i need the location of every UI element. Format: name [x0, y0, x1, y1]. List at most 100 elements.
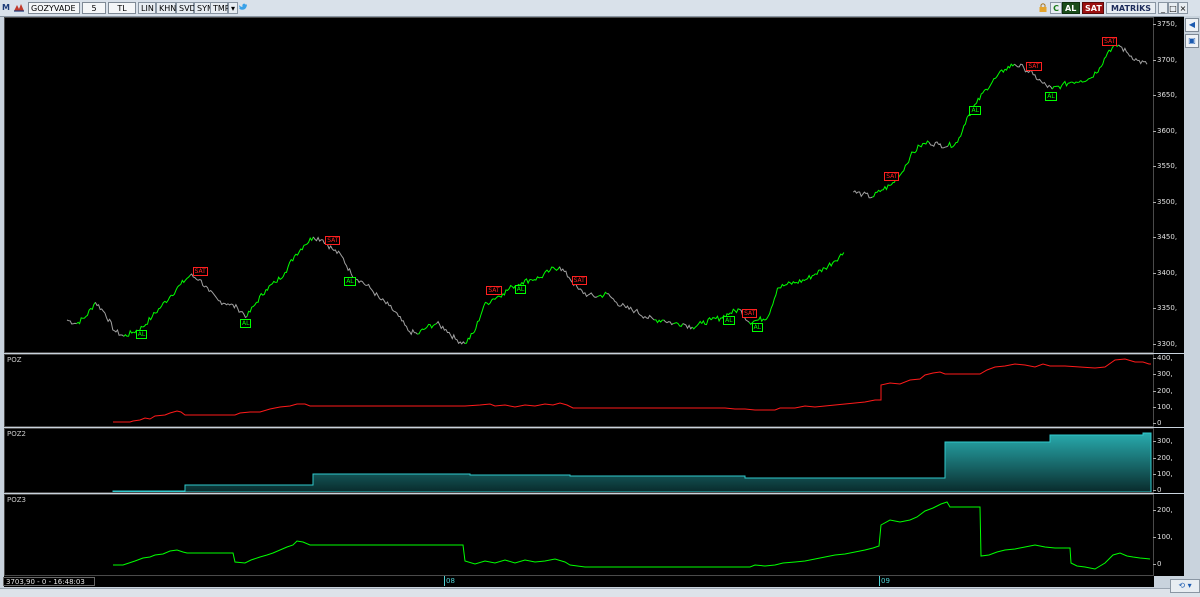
close-icon[interactable]: × — [1178, 2, 1188, 14]
sell-button[interactable]: SAT — [1082, 2, 1104, 14]
arrow-left-icon[interactable]: ◀ — [1185, 18, 1199, 32]
price-segment — [1089, 67, 1101, 79]
price-segment — [180, 274, 191, 285]
price-segment — [407, 328, 418, 336]
price-segment — [928, 141, 940, 147]
buy-button[interactable]: AL — [1062, 2, 1080, 14]
matriks-m-logo: M — [2, 3, 10, 12]
buy-signal-marker[interactable]: AL — [1045, 92, 1057, 102]
buy-signal-marker[interactable]: AL — [751, 323, 764, 333]
price-segment — [862, 191, 873, 199]
poz3-pane[interactable]: POZ3 — [4, 494, 1154, 576]
cursor-readout: 3703,90 - 0 - 16:48:03 — [3, 577, 95, 586]
price-segment — [208, 289, 220, 302]
price-segment — [673, 322, 684, 327]
price-segment — [1080, 77, 1091, 83]
poz-pane[interactable]: POZ — [4, 354, 1154, 427]
poz-tick: 200, — [1153, 387, 1173, 395]
symbol-bull-icon — [12, 2, 26, 14]
sell-signal-marker[interactable]: SAT — [486, 285, 502, 295]
buy-signal-marker[interactable]: AL — [240, 319, 252, 329]
price-segment — [559, 266, 570, 278]
price-chart-pane[interactable] — [4, 17, 1154, 353]
sell-signal-marker[interactable]: SAT — [742, 309, 758, 319]
price-segment — [1137, 59, 1148, 65]
price-segment — [881, 184, 892, 191]
poz-tick: 0 — [1152, 419, 1162, 427]
poz2-tick: 200, — [1153, 454, 1173, 462]
symbol-field[interactable]: GOZYVADE — [28, 2, 80, 14]
price-segment — [852, 190, 864, 198]
price-segment — [76, 316, 87, 325]
price-segment — [237, 307, 248, 319]
sell-signal-marker[interactable]: SAT — [325, 235, 341, 245]
price-segment — [473, 305, 485, 333]
tmp-button[interactable]: TMP — [210, 2, 230, 14]
minimize-icon[interactable]: _ — [1158, 2, 1168, 14]
price-segment — [436, 320, 447, 331]
poz2-chart — [112, 432, 1152, 492]
poz-tick: 300, — [1153, 370, 1173, 378]
price-segment — [616, 302, 627, 309]
price-segment — [834, 252, 845, 262]
price-segment — [530, 276, 541, 281]
lock-icon[interactable] — [1038, 2, 1050, 14]
buy-signal-marker[interactable]: AL — [723, 315, 735, 325]
price-segment — [331, 248, 343, 257]
lin-button[interactable]: LIN — [138, 2, 156, 14]
price-segment — [701, 317, 712, 326]
price-axis-tick: 3500, — [1152, 197, 1178, 206]
buy-signal-marker[interactable]: AL — [344, 276, 356, 286]
price-segment — [985, 77, 996, 91]
buy-signal-marker[interactable]: AL — [969, 106, 981, 116]
price-segment — [464, 331, 475, 344]
price-axis — [1154, 17, 1184, 353]
sell-signal-marker[interactable]: SAT — [884, 172, 900, 181]
period-field[interactable]: 5 — [82, 2, 106, 14]
svd-button[interactable]: SVD — [176, 2, 196, 14]
poz2-pane[interactable]: POZ2 — [4, 428, 1154, 493]
price-segment — [66, 319, 77, 325]
currency-field[interactable]: TL — [108, 2, 136, 14]
sell-signal-marker[interactable]: SAT — [1026, 61, 1042, 71]
price-segment — [502, 284, 513, 296]
poz2-tick: 0 — [1152, 486, 1162, 494]
price-segment — [824, 260, 835, 270]
buy-signal-marker[interactable]: AL — [135, 330, 148, 340]
price-segment — [1042, 81, 1053, 90]
price-segment — [625, 305, 636, 314]
poz-tick: 100, — [1153, 403, 1173, 411]
price-segment — [171, 284, 181, 297]
settings-small-icon[interactable]: ▣ — [1185, 34, 1199, 48]
price-segment — [123, 329, 134, 337]
poz-tick: 400, — [1153, 354, 1173, 362]
price-segment — [540, 269, 551, 279]
buy-signal-marker[interactable]: AL — [514, 285, 527, 295]
sell-signal-marker[interactable]: SAT — [192, 266, 208, 276]
price-axis-tick: 3700, — [1152, 55, 1178, 64]
twitter-bird-icon[interactable] — [238, 2, 250, 14]
price-segment — [786, 280, 797, 285]
price-segment — [957, 117, 968, 143]
price-segment — [815, 267, 825, 276]
price-segment — [227, 303, 238, 309]
price-axis-tick: 3650, — [1152, 91, 1178, 100]
chevron-down-icon[interactable]: ▾ — [228, 2, 238, 14]
price-segment — [265, 280, 276, 291]
price-axis-tick: 3300, — [1152, 339, 1178, 348]
price-segment — [85, 302, 96, 317]
poz2-tick: 100, — [1153, 470, 1173, 478]
refresh-button[interactable]: C — [1050, 2, 1062, 14]
price-segment — [900, 156, 911, 175]
sync-icon[interactable]: ⟲ ▾ — [1170, 579, 1200, 593]
price-segment — [398, 316, 409, 331]
price-segment — [682, 323, 693, 330]
price-segment — [294, 245, 305, 257]
price-segment — [644, 314, 655, 321]
sell-signal-marker[interactable]: SAT — [571, 276, 587, 286]
sell-signal-marker[interactable]: SAT — [1102, 36, 1118, 46]
price-segment — [417, 326, 428, 335]
date-label: 08 — [444, 576, 455, 586]
maximize-icon[interactable]: □ — [1168, 2, 1178, 14]
khn-button[interactable]: KHN — [156, 2, 176, 14]
